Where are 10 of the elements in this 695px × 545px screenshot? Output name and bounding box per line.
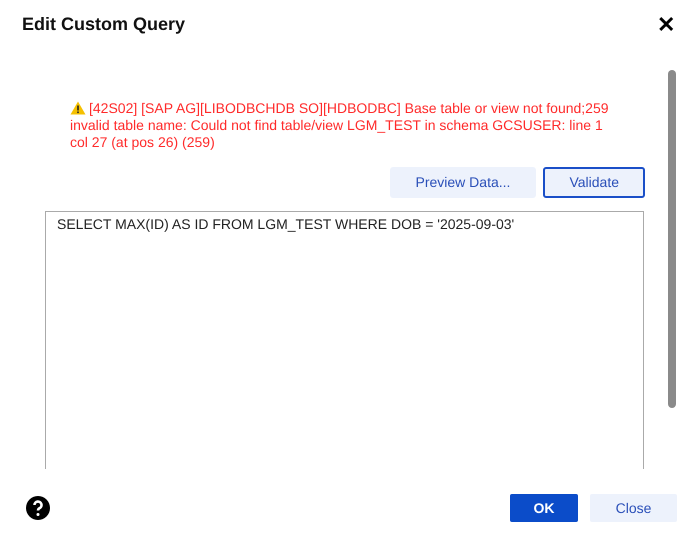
close-button[interactable]: Close bbox=[590, 494, 677, 522]
action-button[interactable]: Preview Data... bbox=[390, 167, 536, 198]
warning-icon bbox=[70, 101, 86, 115]
action-button[interactable]: Validate bbox=[543, 167, 645, 198]
query-field[interactable]: SELECT MAX(ID) AS ID FROM LGM_TEST WHERE DOB = '2025-09-03' bbox=[46, 212, 643, 469]
ok-button[interactable]: OK bbox=[510, 494, 578, 522]
dialog-title: Edit Custom Query bbox=[22, 13, 186, 36]
help-icon[interactable] bbox=[26, 496, 50, 520]
scrollbar-thumb[interactable] bbox=[668, 70, 676, 408]
error-message: [42S02] [SAP AG][LIBODBCHDB SO][HDBODBC] Base table or view not found;259 invalid table name: Could not find table/view LGM_TEST in schema GCSUSER: line 1 col 27 (at pos 26) (259) bbox=[70, 100, 610, 151]
